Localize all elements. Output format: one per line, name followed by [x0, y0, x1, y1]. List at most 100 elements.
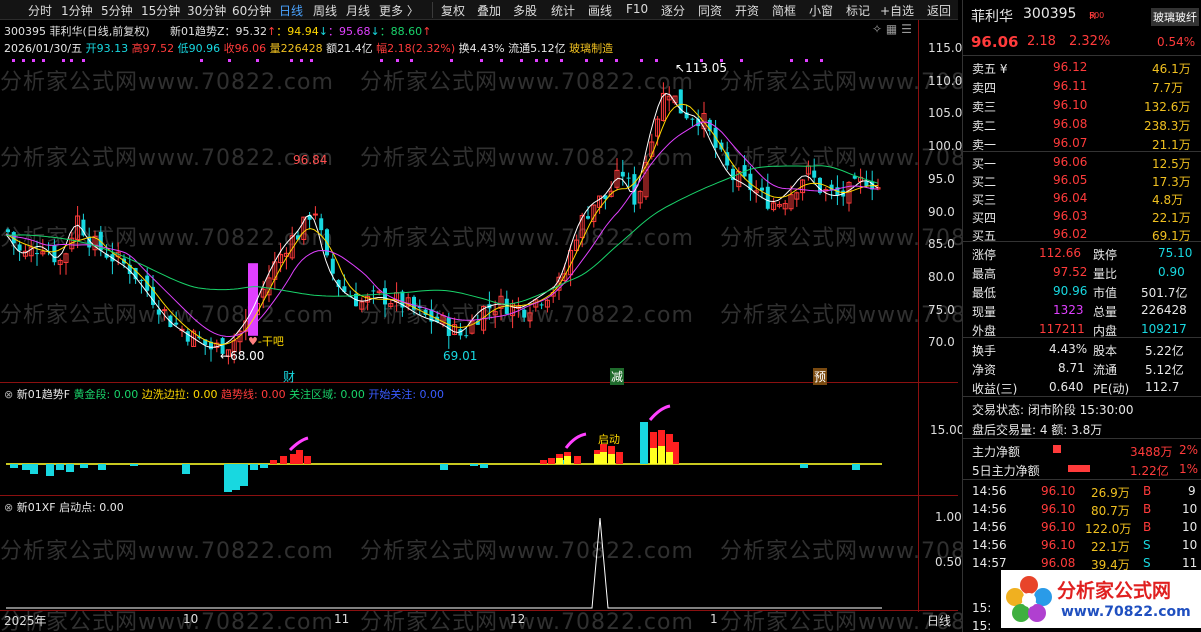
- panel-divider: [0, 495, 958, 496]
- stat-label: PE(动): [1093, 382, 1130, 396]
- ask-price: 96.11: [1053, 79, 1088, 93]
- signal-dot: [585, 59, 588, 62]
- ask-label: 卖五 ¥: [972, 62, 1008, 76]
- signal-curve: [564, 432, 587, 449]
- event-jian[interactable]: 减: [610, 368, 625, 385]
- indicator-bar: [240, 464, 248, 486]
- trend-bar: [540, 460, 547, 464]
- tool-add-watchlist[interactable]: +自选: [880, 2, 914, 19]
- tool-tongzi[interactable]: 同资: [698, 2, 722, 19]
- tool-back[interactable]: 返回: [927, 2, 951, 19]
- stat-label: 流通: [1093, 363, 1118, 377]
- tool-fuquan[interactable]: 复权: [441, 2, 465, 19]
- tool-draw[interactable]: 画线: [588, 2, 612, 19]
- bid-row[interactable]: 买五 96.02 69.1万: [963, 224, 1201, 243]
- ask-row[interactable]: 卖四 96.11 7.7万: [963, 76, 1201, 95]
- ask-row[interactable]: 卖五 ¥ 96.12 46.1万: [963, 57, 1201, 76]
- ask-row[interactable]: 卖一 96.07 21.1万: [963, 133, 1201, 152]
- period-tab-monthly[interactable]: 月线: [346, 2, 370, 19]
- period-indicator[interactable]: 日线: [927, 612, 951, 629]
- launch-point-chart[interactable]: [0, 510, 918, 610]
- low-marker: ←68.00: [220, 349, 265, 363]
- star-icon[interactable]: ✧: [872, 22, 882, 36]
- signal-dot: [200, 59, 203, 62]
- indicator-bar: [224, 464, 232, 492]
- tool-multi[interactable]: 多股: [513, 2, 537, 19]
- indicator-bar: [30, 464, 38, 474]
- tool-xiaochuang[interactable]: 小窗: [809, 2, 833, 19]
- signal-dot: [82, 59, 85, 62]
- tool-biaoji[interactable]: 标记: [846, 2, 870, 19]
- event-yu[interactable]: 预: [813, 368, 828, 385]
- stat-label: 量比: [1093, 267, 1118, 281]
- period-tab-daily[interactable]: 日线: [279, 2, 303, 19]
- stat-value: 112.7: [1145, 380, 1180, 394]
- menu-icon[interactable]: ☰: [901, 22, 912, 36]
- candle-body: [765, 186, 770, 209]
- quote-title: 菲利华 300395 R 500 玻璃玻纤: [963, 3, 1201, 27]
- stat-value: 5.12亿: [1145, 363, 1184, 377]
- stat-label: 总量: [1093, 305, 1118, 319]
- price-axis-label: 100.0: [928, 139, 963, 154]
- candlestick-chart[interactable]: [0, 58, 918, 382]
- qidong-label: 启动: [598, 433, 620, 446]
- period-tab-1min[interactable]: 1分钟: [61, 2, 93, 19]
- stat-row: 净资 8.71 流通 5.12亿: [963, 358, 1201, 377]
- signal-curve: [288, 436, 309, 452]
- candle-body: [6, 229, 10, 233]
- wash-bar: [608, 454, 615, 464]
- period-tab-more[interactable]: 更多 〉: [379, 2, 419, 19]
- signal-dot: [480, 59, 483, 62]
- period-tab-5min[interactable]: 5分钟: [101, 2, 133, 19]
- indicator-z-label: 新01趋势Z：95.32: [170, 25, 268, 38]
- tool-zhufen[interactable]: 逐分: [661, 2, 685, 19]
- ask-row[interactable]: 卖二 96.08 238.3万: [963, 114, 1201, 133]
- bid-row[interactable]: 买一 96.06 12.5万: [963, 152, 1201, 171]
- wash-bar: [556, 458, 563, 464]
- event-cai[interactable]: 财: [283, 368, 295, 385]
- date-axis-year: 2025年: [4, 614, 47, 628]
- bid-row[interactable]: 买二 96.05 17.3万: [963, 170, 1201, 189]
- indicator-bar: [80, 464, 88, 468]
- axis-divider: [918, 20, 919, 612]
- signal-dot: [655, 59, 658, 62]
- price-axis-label: 105.0: [928, 106, 963, 121]
- price-axis-label: 80.0: [928, 269, 955, 284]
- period-tab-weekly[interactable]: 周线: [313, 2, 337, 19]
- ask-price: 96.10: [1053, 98, 1088, 112]
- period-tab-15min[interactable]: 15分钟: [141, 2, 180, 19]
- trend-bar: [270, 460, 277, 464]
- candle-body: [446, 317, 451, 336]
- sector-tag[interactable]: 玻璃玻纤: [1151, 8, 1199, 26]
- ask-price: 96.12: [1053, 60, 1088, 74]
- ask-row[interactable]: 卖三 96.10 132.6万: [963, 95, 1201, 114]
- tool-f10[interactable]: F10: [626, 2, 648, 16]
- tool-stats[interactable]: 统计: [551, 2, 575, 19]
- last-price: 96.06: [971, 33, 1019, 51]
- gan-signal: ♥-干吧: [248, 335, 284, 348]
- main-flow-label: 主力净额: [972, 445, 1021, 459]
- period-tab-60min[interactable]: 60分钟: [232, 2, 271, 19]
- bid-row[interactable]: 买三 96.04 4.8万: [963, 188, 1201, 207]
- tick-count: 10: [1182, 502, 1198, 516]
- tool-overlay[interactable]: 叠加: [477, 2, 501, 19]
- indicator-v4: ：88.60: [379, 25, 423, 38]
- trend-bar: [672, 442, 679, 464]
- period-tab-30min[interactable]: 30分钟: [187, 2, 226, 19]
- tool-kaizi[interactable]: 开资: [735, 2, 759, 19]
- stat-label: 收益(三): [972, 382, 1018, 396]
- heart-icon: ♥: [248, 335, 258, 348]
- grid-icon[interactable]: ▦: [886, 22, 897, 36]
- stat-value: 8.71: [1058, 361, 1085, 375]
- stat-value: 117211: [1039, 322, 1085, 336]
- trend-indicator-chart[interactable]: [0, 398, 918, 494]
- bid-row[interactable]: 买四 96.03 22.1万: [963, 206, 1201, 225]
- indicator-bar: [130, 464, 138, 466]
- price-axis-label: 75.0: [928, 302, 955, 317]
- period-tab-timeshare[interactable]: 分时: [28, 2, 52, 19]
- candle-body: [35, 253, 39, 255]
- stat-value: 1323: [1053, 303, 1084, 317]
- ask-label: 卖二: [972, 119, 997, 133]
- tool-jiankuang[interactable]: 简框: [772, 2, 796, 19]
- tick-count: 10: [1182, 520, 1198, 534]
